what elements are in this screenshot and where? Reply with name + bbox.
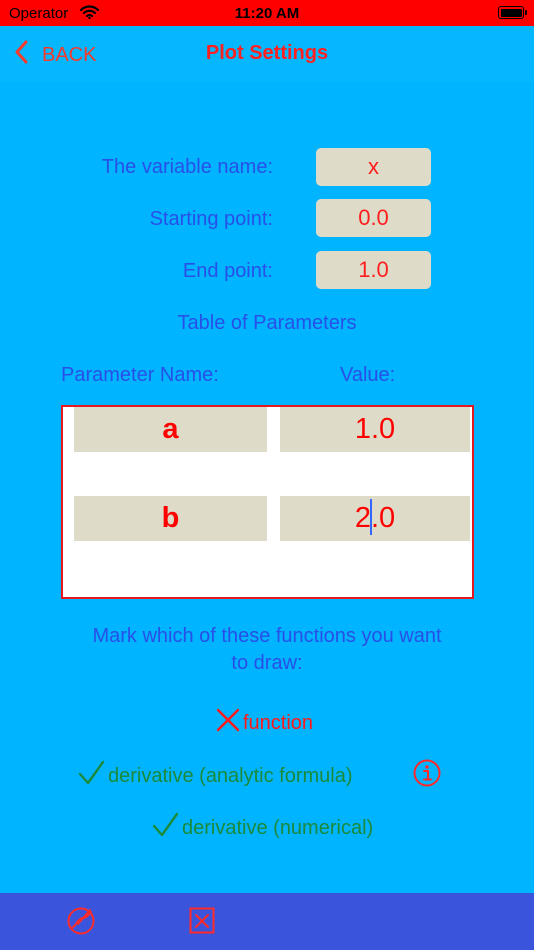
value-text-before-cursor: 2 bbox=[354, 502, 371, 534]
derivative-analytic-option[interactable]: derivative (analytic formula) bbox=[78, 760, 353, 792]
parameter-table: a 1.0 b 2.0 bbox=[61, 405, 474, 599]
derivative-numerical-option[interactable]: derivative (numerical) bbox=[152, 812, 373, 844]
text-cursor bbox=[369, 499, 372, 536]
info-icon[interactable] bbox=[413, 759, 441, 792]
status-bar: Operator 11:20 AM bbox=[0, 0, 534, 26]
param-name-field[interactable]: b bbox=[74, 496, 267, 541]
parameters-title: Table of Parameters bbox=[177, 312, 357, 334]
plot-icon[interactable] bbox=[66, 906, 96, 941]
functions-prompt-line2: to draw: bbox=[231, 652, 303, 674]
page-title: Plot Settings bbox=[205, 42, 329, 64]
checkmark-icon bbox=[78, 760, 105, 792]
close-box-icon[interactable] bbox=[189, 907, 215, 939]
nav-bar: BACK Plot Settings bbox=[0, 26, 534, 82]
value-header: Value: bbox=[340, 364, 396, 386]
starting-point-field[interactable]: 0.0 bbox=[316, 199, 431, 237]
battery-icon bbox=[498, 6, 527, 19]
param-value-field[interactable]: 1.0 bbox=[280, 407, 470, 452]
starting-point-label: Starting point: bbox=[149, 208, 273, 230]
end-point-label: End point: bbox=[182, 260, 273, 282]
status-time: 11:20 AM bbox=[234, 5, 300, 22]
end-point-field[interactable]: 1.0 bbox=[316, 251, 431, 289]
checkmark-icon bbox=[152, 812, 179, 844]
function-option-label: function bbox=[243, 711, 314, 734]
param-value-field[interactable]: 2.0 bbox=[280, 496, 470, 541]
value-text-after-cursor: .0 bbox=[370, 502, 396, 534]
functions-prompt-line1: Mark which of these functions you want bbox=[92, 625, 442, 647]
cross-icon bbox=[216, 708, 240, 738]
parameter-name-header: Parameter Name: bbox=[61, 364, 219, 386]
derivative-numerical-label: derivative (numerical) bbox=[182, 816, 374, 839]
variable-name-field[interactable]: x bbox=[316, 148, 431, 186]
variable-name-label: The variable name: bbox=[101, 156, 273, 178]
function-option[interactable]: function bbox=[216, 708, 313, 738]
param-name-field[interactable]: a bbox=[74, 407, 267, 452]
derivative-analytic-label: derivative (analytic formula) bbox=[108, 764, 353, 787]
bottom-toolbar bbox=[0, 893, 534, 950]
